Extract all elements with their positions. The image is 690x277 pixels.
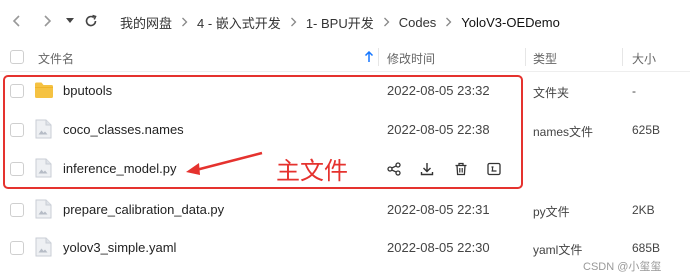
annotation-label: 主文件 [276, 157, 348, 185]
annotation-arrow-icon [186, 151, 263, 175]
watermark: CSDN @小玺玺 [583, 261, 662, 273]
